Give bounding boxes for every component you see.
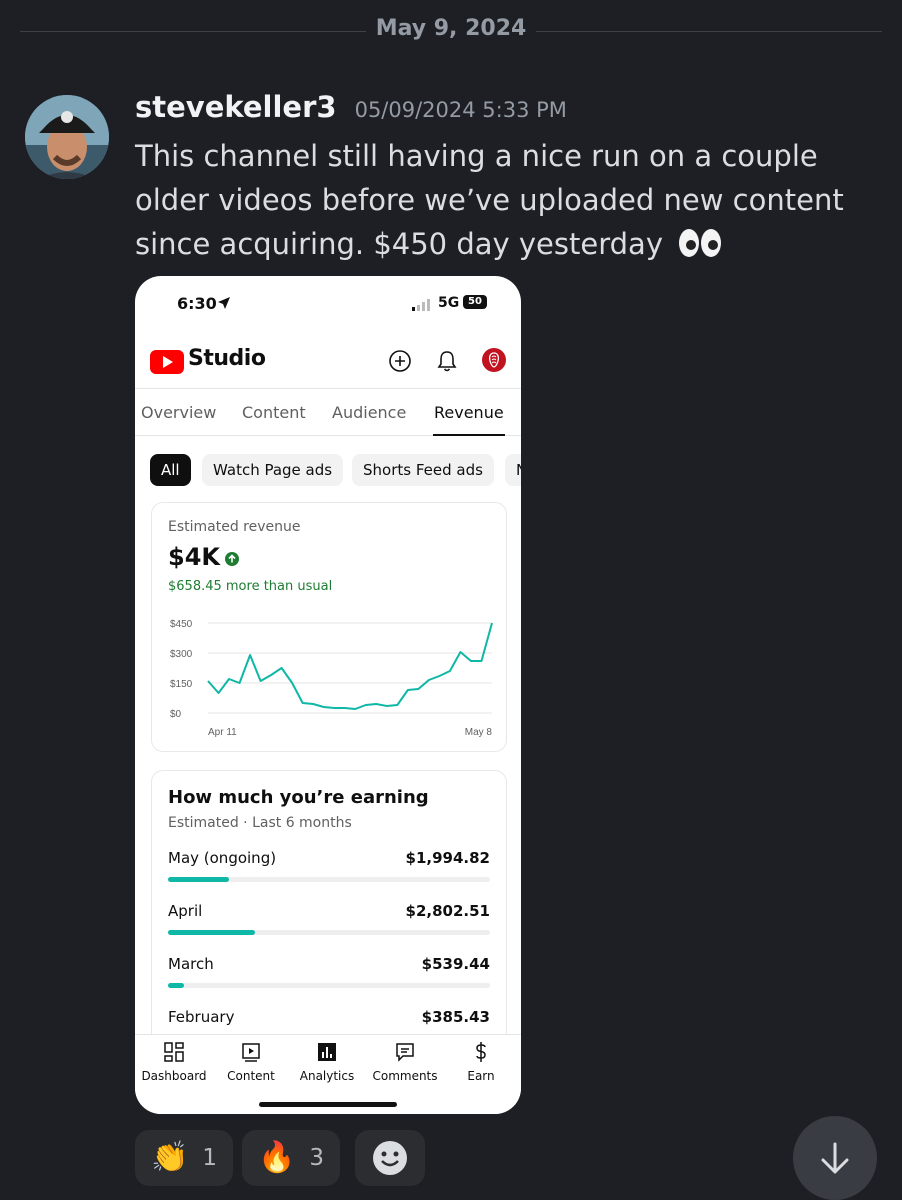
earnings-title: How much you’re earning: [168, 787, 429, 808]
earnings-bar-track: [168, 983, 490, 988]
divider-date: May 9, 2024: [375, 16, 527, 41]
reaction-clap[interactable]: 👏 1: [135, 1130, 233, 1186]
reaction-fire[interactable]: 🔥 3: [242, 1130, 340, 1186]
nav-label: Dashboard: [141, 1069, 207, 1083]
estimated-revenue-card[interactable]: Estimated revenue $4K $658.45 more than …: [151, 502, 507, 752]
nav-label: Content: [227, 1069, 275, 1083]
earnings-bar-fill: [168, 983, 185, 988]
smiley-icon: [373, 1141, 407, 1175]
y-tick-label: $450: [170, 619, 193, 630]
earnings-amount: $1,994.82: [405, 849, 490, 867]
earnings-card[interactable]: How much you’re earning Estimated · Last…: [151, 770, 507, 1070]
cell-signal-icon: [412, 296, 432, 315]
attached-screenshot[interactable]: 6:30 5G 50 Studio Overview Content Audie…: [135, 276, 521, 1114]
message-body: This channel still having a nice run on …: [135, 139, 844, 261]
earnings-amount: $539.44: [421, 955, 490, 973]
earnings-amount: $2,802.51: [405, 902, 490, 920]
message-header: stevekeller3 05/09/2024 5:33 PM: [135, 90, 567, 130]
add-reaction-button[interactable]: [355, 1130, 425, 1186]
studio-tabs: Overview Content Audience Revenue: [135, 388, 521, 436]
channel-avatar-icon[interactable]: [482, 348, 506, 372]
message-text: This channel still having a nice run on …: [135, 134, 885, 270]
nav-label: Earn: [467, 1069, 495, 1083]
earnings-bar-track: [168, 930, 490, 935]
reaction-count: 3: [309, 1145, 324, 1171]
message-timestamp: 05/09/2024 5:33 PM: [354, 98, 567, 122]
create-plus-icon[interactable]: [388, 349, 412, 377]
revenue-delta: $658.45 more than usual: [168, 579, 333, 594]
youtube-logo-icon: [150, 350, 184, 378]
earnings-month: March: [168, 955, 214, 973]
earnings-month: May (ongoing): [168, 849, 277, 867]
clap-emoji-icon: 👏: [151, 1140, 189, 1175]
x-tick-label: Apr 11: [208, 727, 237, 738]
earnings-row: March $539.44: [168, 955, 490, 1007]
earnings-bar-fill: [168, 930, 255, 935]
nav-analytics[interactable]: Analytics: [289, 1041, 365, 1083]
analytics-icon: [318, 1043, 336, 1061]
location-arrow-icon: [217, 295, 231, 314]
earnings-bar-fill: [168, 877, 230, 882]
earnings-amount: $385.43: [421, 1008, 490, 1026]
studio-header: Studio: [135, 342, 521, 382]
y-tick-label: $0: [170, 709, 182, 720]
network-type: 5G: [438, 295, 460, 311]
tab-audience[interactable]: Audience: [332, 403, 406, 422]
divider-line-right: [536, 31, 882, 32]
phone-status-bar: 6:30 5G 50: [135, 276, 521, 332]
tab-overview[interactable]: Overview: [141, 403, 216, 422]
home-indicator: [259, 1102, 397, 1107]
arrow-down-icon: [821, 1142, 849, 1174]
chip-watch-page-ads[interactable]: Watch Page ads: [202, 454, 344, 486]
status-time: 6:30: [177, 294, 217, 313]
notifications-bell-icon[interactable]: [436, 349, 458, 377]
earnings-month: April: [168, 902, 203, 920]
app-title: Studio: [188, 346, 266, 371]
nav-label: Comments: [372, 1069, 438, 1083]
eyes-emoji-icon: [678, 226, 722, 270]
nav-content[interactable]: Content: [213, 1041, 289, 1083]
chip-all[interactable]: All: [150, 454, 191, 486]
dashboard-icon: [164, 1042, 184, 1062]
battery-icon: 50: [463, 295, 487, 309]
y-tick-label: $300: [170, 649, 193, 660]
earnings-row: May (ongoing) $1,994.82: [168, 849, 490, 901]
earn-icon: [476, 1042, 486, 1062]
nav-earn[interactable]: Earn: [443, 1041, 519, 1083]
x-tick-label: May 8: [465, 727, 493, 738]
tab-content[interactable]: Content: [242, 403, 306, 422]
username[interactable]: stevekeller3: [135, 90, 337, 124]
fire-emoji-icon: 🔥: [258, 1140, 296, 1175]
revenue-series-line: [207, 622, 493, 710]
comments-icon: [396, 1043, 414, 1062]
revenue-value: $4K: [168, 543, 220, 571]
chip-partial[interactable]: N: [505, 454, 521, 486]
content-icon: [242, 1043, 260, 1062]
nav-label: Analytics: [299, 1069, 355, 1083]
date-divider: May 9, 2024: [20, 14, 882, 48]
active-tab-indicator: [433, 434, 505, 436]
chip-shorts-feed-ads[interactable]: Shorts Feed ads: [352, 454, 494, 486]
user-avatar[interactable]: [25, 95, 109, 179]
y-tick-label: $150: [170, 679, 193, 690]
revenue-line-chart: $450 $300 $150 $0 Apr 11 May 8: [170, 619, 493, 738]
earnings-month: February: [168, 1008, 235, 1026]
revenue-label: Estimated revenue: [168, 519, 301, 535]
tab-revenue[interactable]: Revenue: [434, 403, 504, 422]
earnings-row: April $2,802.51: [168, 902, 490, 954]
nav-dashboard[interactable]: Dashboard: [136, 1041, 212, 1083]
earnings-bar-track: [168, 877, 490, 882]
jump-to-present-button[interactable]: [793, 1116, 877, 1200]
reaction-count: 1: [202, 1145, 217, 1171]
nav-comments[interactable]: Comments: [367, 1041, 443, 1083]
trend-up-icon: [225, 551, 239, 570]
earnings-subtitle: Estimated · Last 6 months: [168, 815, 352, 831]
